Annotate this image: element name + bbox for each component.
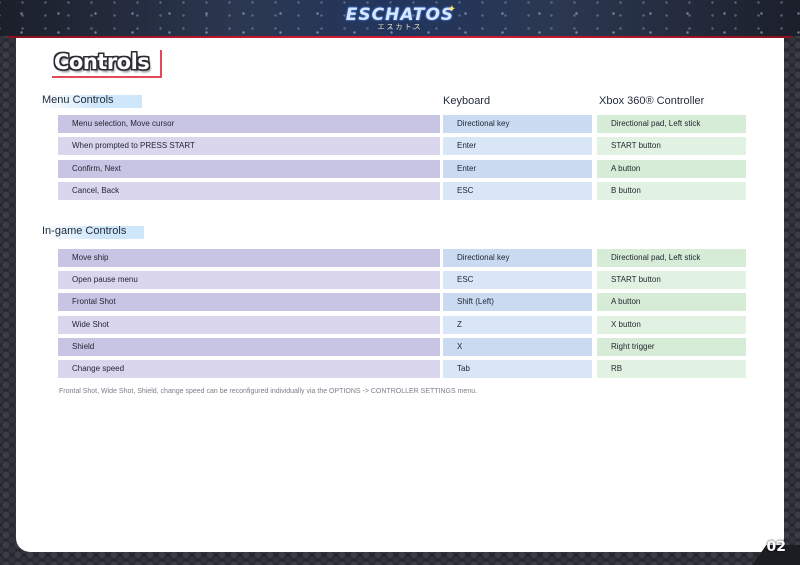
sparkle-icon: ✦ — [447, 4, 456, 15]
table-row: Move ship Directional key Directional pa… — [58, 249, 748, 267]
controller-cell: Directional pad, Left stick — [597, 249, 746, 267]
action-cell: Wide Shot — [58, 316, 440, 334]
keyboard-cell: Directional key — [443, 249, 592, 267]
action-cell: Confirm, Next — [58, 160, 440, 178]
table-row: Wide Shot Z X button — [58, 316, 748, 334]
table-row: Change speed Tab RB — [58, 360, 748, 378]
keyboard-column-heading: Keyboard — [443, 95, 491, 107]
controller-cell: B button — [597, 182, 746, 200]
controller-cell: RB — [597, 360, 746, 378]
action-cell: Menu selection, Move cursor — [58, 115, 440, 133]
controller-cell: A button — [597, 293, 746, 311]
controller-cell: X button — [597, 316, 746, 334]
menu-controls-heading: Menu Controls — [40, 94, 142, 108]
controller-column-heading: Xbox 360® Controller — [599, 95, 705, 107]
table-row: Shield X Right trigger — [58, 338, 748, 356]
action-cell: Change speed — [58, 360, 440, 378]
keyboard-cell: Z — [443, 316, 592, 334]
ingame-controls-heading: In-game Controls — [40, 225, 144, 239]
table-row: Cancel, Back ESC B button — [58, 182, 748, 200]
keyboard-cell: ESC — [443, 182, 592, 200]
table-row: Open pause menu ESC START button — [58, 271, 748, 289]
game-logo: ESCHATOS エスカトス ✦ — [340, 4, 460, 34]
top-banner: ESCHATOS エスカトス ✦ — [0, 0, 800, 36]
keyboard-cell: Shift (Left) — [443, 293, 592, 311]
action-cell: Move ship — [58, 249, 440, 267]
keyboard-cell: ESC — [443, 271, 592, 289]
footnote: Frontal Shot, Wide Shot, Shield, change … — [59, 388, 478, 395]
controller-cell: START button — [597, 137, 746, 155]
action-cell: Open pause menu — [58, 271, 440, 289]
table-row: Menu selection, Move cursor Directional … — [58, 115, 748, 133]
action-cell: Shield — [58, 338, 440, 356]
table-row: When prompted to PRESS START Enter START… — [58, 137, 748, 155]
action-cell: Cancel, Back — [58, 182, 440, 200]
page-number: 02 — [766, 539, 786, 555]
controller-cell: Right trigger — [597, 338, 746, 356]
keyboard-cell: X — [443, 338, 592, 356]
keyboard-cell: Tab — [443, 360, 592, 378]
action-cell: Frontal Shot — [58, 293, 440, 311]
logo-wordmark: ESCHATOS — [345, 5, 455, 25]
controller-cell: Directional pad, Left stick — [597, 115, 746, 133]
page-title: Controls — [54, 50, 150, 74]
keyboard-cell: Enter — [443, 160, 592, 178]
action-cell: When prompted to PRESS START — [58, 137, 440, 155]
keyboard-cell: Enter — [443, 137, 592, 155]
logo-subtitle: エスカトス — [377, 24, 423, 31]
controller-cell: START button — [597, 271, 746, 289]
controller-cell: A button — [597, 160, 746, 178]
table-row: Confirm, Next Enter A button — [58, 160, 748, 178]
table-row: Frontal Shot Shift (Left) A button — [58, 293, 748, 311]
keyboard-cell: Directional key — [443, 115, 592, 133]
